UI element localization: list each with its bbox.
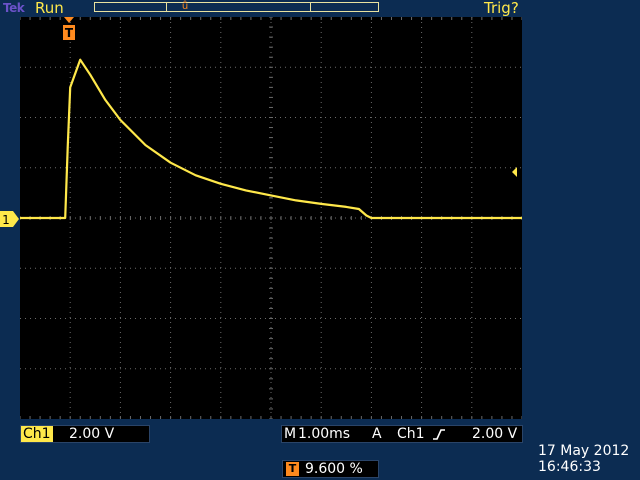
horizontal-prefix: M xyxy=(284,426,297,442)
acquisition-state[interactable]: Run xyxy=(35,0,64,17)
graticule xyxy=(20,17,522,419)
trigger-status: Trig? xyxy=(484,0,519,17)
trigger-mode: A xyxy=(372,426,382,442)
horizontal-trigger-readout[interactable]: M 1.00ms A Ch1 2.00 V xyxy=(281,425,523,443)
trigger-position-value: 9.600 % xyxy=(305,461,363,477)
timebase-value: 1.00ms xyxy=(298,426,351,442)
ch1-ground-marker[interactable]: 1 xyxy=(0,211,19,227)
ch1-scale: 2.00 V xyxy=(69,426,115,442)
trigger-arrow-icon xyxy=(64,17,74,23)
date-time: 17 May 2012 16:46:33 xyxy=(538,443,629,475)
trigger-source: Ch1 xyxy=(397,426,425,442)
trigger-position-icon: ů xyxy=(181,1,189,12)
ch1-tag: Ch1 xyxy=(21,426,53,442)
trigger-position-badge: T xyxy=(286,462,299,476)
trigger-position-readout[interactable]: T 9.600 % xyxy=(282,460,379,478)
date-label: 17 May 2012 xyxy=(538,443,630,459)
record-length-indicator: ů xyxy=(94,1,379,12)
brand-logo: Tek xyxy=(3,1,25,15)
rising-edge-icon xyxy=(432,428,446,441)
trigger-marker[interactable]: T xyxy=(62,17,76,41)
readout-bar: Ch1 2.00 V M 1.00ms A Ch1 2.00 V T 9.600… xyxy=(0,422,640,480)
time-label: 16:46:33 xyxy=(538,459,601,475)
waveform-display xyxy=(20,17,522,419)
ch1-readout[interactable]: Ch1 2.00 V xyxy=(20,425,150,443)
ch1-marker-label: 1 xyxy=(2,213,10,227)
trigger-marker-label: T xyxy=(65,26,74,40)
trigger-level-value: 2.00 V xyxy=(472,426,518,442)
status-bar: Tek Run ů Trig? xyxy=(0,0,640,18)
